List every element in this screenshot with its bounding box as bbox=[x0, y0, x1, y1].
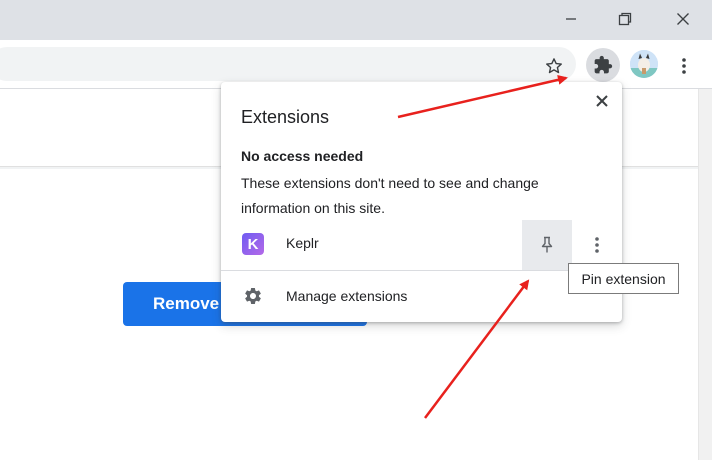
bookmark-star-button[interactable] bbox=[540, 52, 568, 80]
close-button[interactable] bbox=[660, 4, 706, 34]
popup-title: Extensions bbox=[241, 107, 330, 127]
pin-icon bbox=[541, 236, 553, 253]
pin-extension-tooltip: Pin extension bbox=[568, 263, 679, 294]
more-vert-icon bbox=[682, 58, 686, 74]
minimize-icon bbox=[566, 18, 576, 20]
extension-row-keplr[interactable]: K Keplr bbox=[221, 220, 622, 270]
section-description: These extensions don't need to see and c… bbox=[241, 175, 539, 216]
restore-button[interactable] bbox=[602, 4, 648, 34]
avatar[interactable] bbox=[630, 50, 658, 78]
section-title: No access needed bbox=[241, 148, 364, 164]
profile-picture bbox=[630, 50, 658, 78]
more-vert-icon bbox=[595, 237, 599, 253]
manage-extensions-row[interactable]: Manage extensions bbox=[221, 271, 622, 321]
extension-more-button[interactable] bbox=[585, 232, 609, 258]
page-scrollbar[interactable] bbox=[698, 89, 712, 460]
pin-extension-button[interactable] bbox=[522, 220, 572, 270]
gear-icon bbox=[245, 287, 261, 304]
close-icon bbox=[596, 95, 608, 107]
address-bar[interactable] bbox=[0, 47, 576, 81]
extensions-puzzle-icon bbox=[594, 55, 613, 74]
extensions-button[interactable] bbox=[586, 48, 620, 82]
popup-close-button[interactable] bbox=[591, 90, 613, 112]
close-icon bbox=[677, 13, 689, 25]
extension-name: Keplr bbox=[286, 235, 319, 251]
manage-extensions-label: Manage extensions bbox=[286, 288, 408, 304]
browser-menu-button[interactable] bbox=[672, 52, 696, 80]
extensions-popup: Extensions No access needed These extens… bbox=[221, 82, 622, 322]
restore-icon bbox=[618, 12, 632, 26]
keplr-icon: K bbox=[242, 233, 264, 255]
star-icon bbox=[546, 58, 562, 74]
title-bar bbox=[0, 0, 712, 40]
minimize-button[interactable] bbox=[548, 4, 594, 34]
